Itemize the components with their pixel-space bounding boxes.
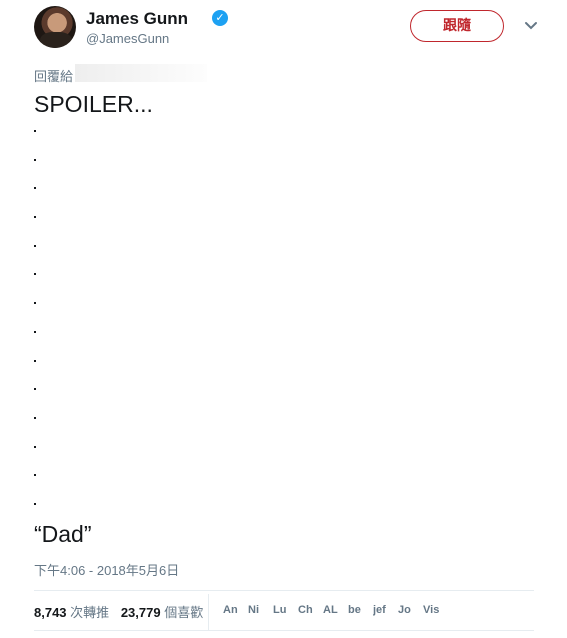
likes-label: 個喜歡 <box>164 605 204 620</box>
tweet-dot <box>34 330 36 333</box>
avatar[interactable] <box>34 6 76 48</box>
chevron-down-icon[interactable] <box>522 16 540 34</box>
follow-button[interactable]: 跟隨 <box>410 10 504 42</box>
tweet-stats: 8,743 次轉推 23,779 個喜歡 <box>34 602 203 621</box>
tweet-dots <box>34 130 36 532</box>
liker-avatar[interactable]: jef <box>373 604 398 616</box>
stats-separator <box>208 594 209 630</box>
liker-avatar[interactable]: Lu <box>273 604 298 616</box>
reply-target-redacted <box>75 64 207 82</box>
author-name[interactable]: James Gunn <box>86 9 188 29</box>
tweet-text-dad: “Dad” <box>34 521 92 547</box>
liker-avatar[interactable]: Ch <box>298 604 323 616</box>
tweet-dot <box>34 474 36 477</box>
tweet-dot <box>34 359 36 362</box>
tweet-dot <box>34 244 36 247</box>
tweet-dot <box>34 445 36 448</box>
divider <box>34 630 534 631</box>
tweet-text-spoiler: SPOILER... <box>34 91 153 117</box>
tweet-dot <box>34 502 36 505</box>
tweet-dot <box>34 158 36 161</box>
tweet-timestamp[interactable]: 下午4:06 - 2018年5月6日 <box>34 560 179 579</box>
liker-avatar[interactable]: AL <box>323 604 348 616</box>
retweets-stat[interactable]: 8,743 次轉推 <box>34 605 109 620</box>
tweet-dot <box>34 187 36 190</box>
liker-avatar[interactable]: An <box>223 604 248 616</box>
tweet-dot <box>34 216 36 219</box>
tweet-dot <box>34 273 36 276</box>
tweet-dot <box>34 388 36 391</box>
divider <box>34 590 534 591</box>
tweet-header: James Gunn ✓ @JamesGunn 跟隨 <box>34 6 544 56</box>
tweet-dot <box>34 130 36 132</box>
liker-avatar[interactable]: Ni <box>248 604 273 616</box>
likers-list: An Ni Lu Ch AL be jef Jo Vis <box>223 604 448 616</box>
retweets-label: 次轉推 <box>70 605 110 620</box>
tweet-dot <box>34 302 36 305</box>
tweet-dot <box>34 416 36 419</box>
likes-stat[interactable]: 23,779 個喜歡 <box>121 605 203 620</box>
liker-avatar[interactable]: Jo <box>398 604 423 616</box>
retweets-count: 8,743 <box>34 605 67 620</box>
likes-count: 23,779 <box>120 605 161 620</box>
author-handle[interactable]: @JamesGunn <box>86 31 169 46</box>
verified-badge-icon: ✓ <box>212 10 228 26</box>
reply-prefix: 回覆給 <box>34 69 74 84</box>
liker-avatar[interactable]: be <box>348 604 373 616</box>
liker-avatar[interactable]: Vis <box>423 604 448 616</box>
